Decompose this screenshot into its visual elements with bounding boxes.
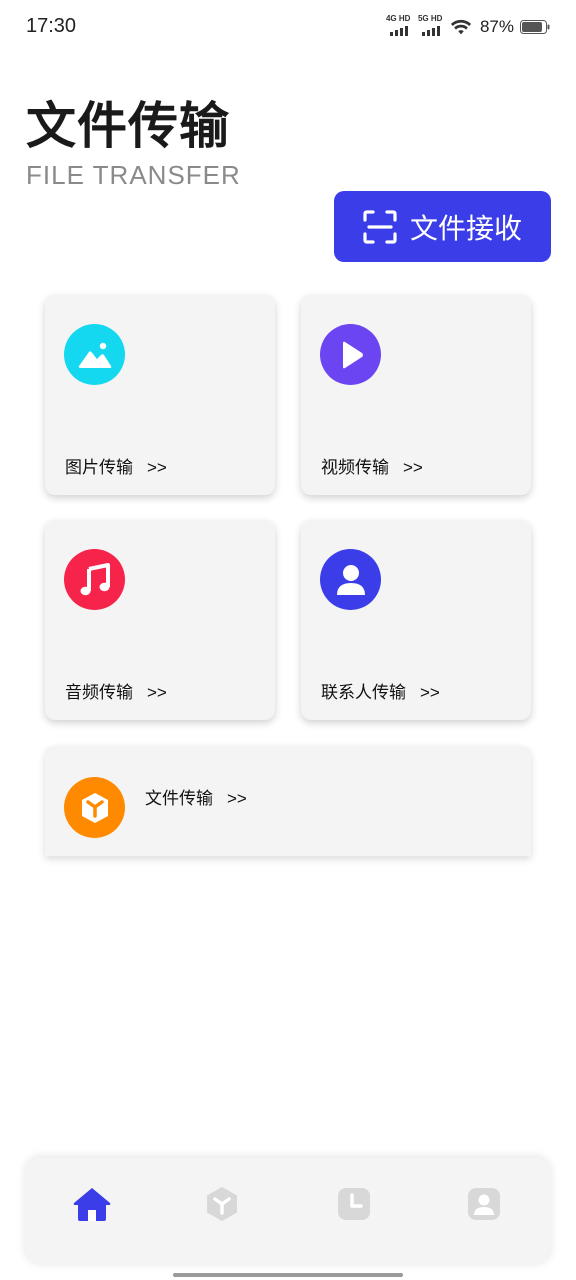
image-transfer-card[interactable]: 图片传输 >> (45, 295, 275, 495)
audio-transfer-label: 音频传输 >> (65, 683, 167, 703)
clock-icon (338, 1188, 370, 1220)
file-receive-label: 文件接收 (410, 211, 523, 245)
profile-icon (468, 1188, 500, 1220)
image-transfer-label: 图片传输 >> (65, 458, 167, 478)
play-icon (320, 324, 381, 385)
music-icon (64, 549, 125, 610)
home-icon (73, 1188, 111, 1221)
status-bar: 17:30 4G HD 5G HD 87% (0, 0, 576, 54)
box-icon (64, 777, 125, 838)
nav-history-tab[interactable] (332, 1184, 376, 1224)
page-title: 文件传输 (26, 97, 230, 155)
home-indicator[interactable] (173, 1273, 403, 1277)
file-transfer-card[interactable]: 文件传输 >> (45, 746, 531, 856)
page-subtitle: FILE TRANSFER (26, 160, 241, 190)
scan-icon (363, 209, 397, 244)
nav-files-tab[interactable] (200, 1184, 244, 1224)
signal-5g-icon: 5G HD (417, 14, 444, 38)
wifi-icon (450, 19, 472, 35)
battery-icon (520, 20, 550, 34)
file-receive-button[interactable]: 文件接收 (334, 191, 551, 262)
video-transfer-card[interactable]: 视频传输 >> (301, 295, 531, 495)
status-icons: 4G HD 5G HD 87% (386, 14, 550, 40)
box-icon (207, 1187, 237, 1221)
contact-transfer-label: 联系人传输 >> (321, 683, 440, 703)
video-transfer-label: 视频传输 >> (321, 458, 423, 478)
contact-transfer-card[interactable]: 联系人传输 >> (301, 520, 531, 720)
status-time: 17:30 (26, 15, 77, 37)
file-transfer-label: 文件传输 >> (145, 789, 247, 809)
image-icon (64, 324, 125, 385)
bottom-navigation (26, 1158, 550, 1264)
signal-4g-icon: 4G HD (385, 14, 412, 38)
person-icon (320, 549, 381, 610)
nav-profile-tab[interactable] (462, 1184, 506, 1224)
nav-home-tab[interactable] (70, 1184, 114, 1224)
battery-percent: 87% (479, 17, 514, 36)
network-label-2: 5G HD (417, 14, 443, 23)
audio-transfer-card[interactable]: 音频传输 >> (45, 520, 275, 720)
network-label-1: 4G HD (385, 14, 411, 23)
